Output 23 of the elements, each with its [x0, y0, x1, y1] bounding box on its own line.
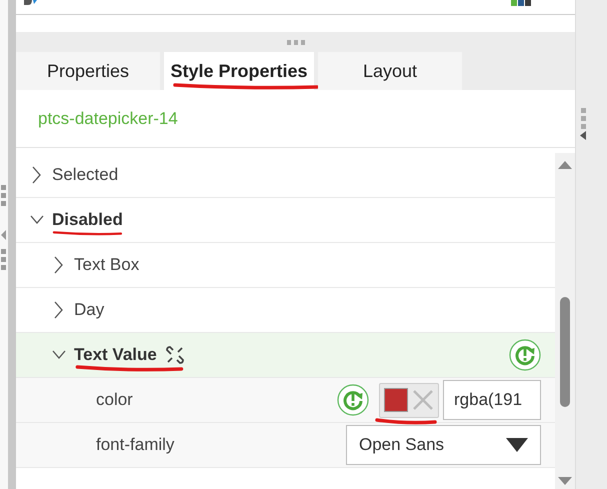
section-label[interactable]: Text Box	[74, 255, 140, 275]
property-label: font-family	[96, 435, 174, 455]
app-logo-icon	[24, 0, 38, 6]
section-label[interactable]: Disabled	[52, 210, 123, 230]
scroll-up-icon[interactable]	[558, 161, 572, 169]
resize-handle-icon[interactable]	[286, 40, 304, 44]
caret-icon	[506, 438, 528, 452]
grip-handle-icon[interactable]	[580, 108, 588, 140]
font-family-dropdown[interactable]: Open Sans	[346, 425, 541, 465]
tab[interactable]: Layout	[318, 52, 462, 90]
reset-icon[interactable]	[337, 384, 369, 416]
broken-link-icon[interactable]	[164, 345, 185, 365]
tab[interactable]: Properties	[16, 52, 160, 90]
property-label: color	[96, 390, 133, 410]
component-name: ptcs-datepicker-14	[16, 90, 575, 148]
section-label[interactable]: Day	[74, 300, 104, 320]
scroll-down-icon[interactable]	[558, 477, 572, 485]
reset-icon[interactable]	[509, 339, 541, 371]
section-label[interactable]: Text Value	[74, 345, 157, 365]
color-value-field[interactable]: rgba(191	[443, 380, 541, 420]
section-label[interactable]: Selected	[52, 165, 118, 185]
scroll-thumb[interactable]	[560, 297, 570, 407]
scrollbar[interactable]	[555, 153, 575, 489]
